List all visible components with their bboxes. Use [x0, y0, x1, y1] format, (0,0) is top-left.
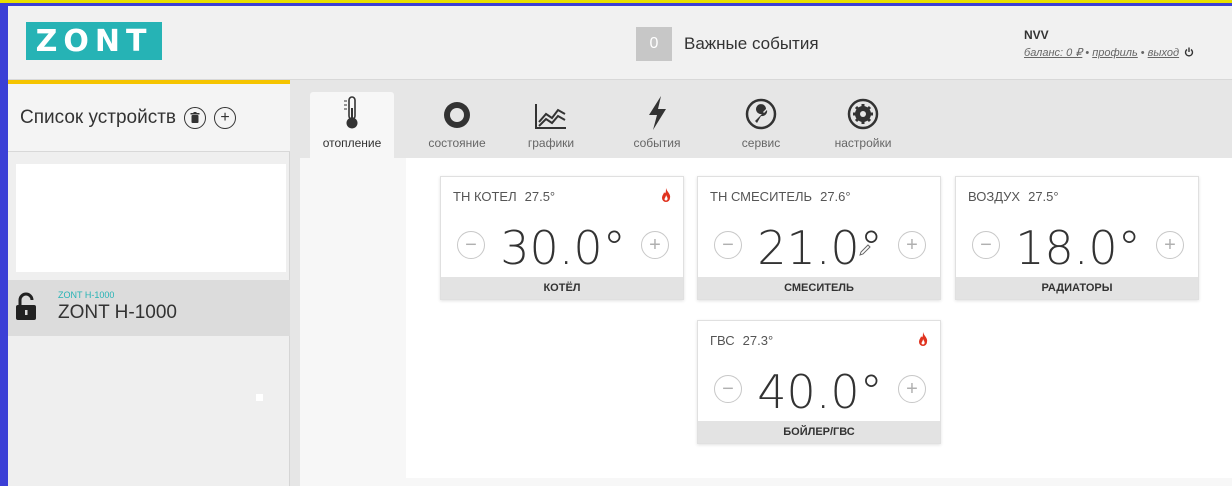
circuit-name[interactable]: КОТЁЛ: [441, 277, 683, 299]
circuit-card-boiler: ТН КОТЕЛ 27.5° − 30.0° + КОТЁЛ: [440, 176, 684, 300]
circuit-name[interactable]: РАДИАТОРЫ: [956, 277, 1198, 299]
circuit-card-mixer: ТН СМЕСИТЕЛЬ 27.6° − 21.0° + СМЕСИТЕЛЬ: [697, 176, 941, 300]
lightning-icon: [649, 96, 666, 130]
circle-icon: [444, 102, 470, 128]
scroll-marker: [256, 394, 263, 401]
window-border-left: [0, 3, 8, 486]
increase-setpoint-button[interactable]: +: [898, 375, 926, 403]
device-list-item[interactable]: ZONT H-1000 ZONT H-1000: [8, 280, 290, 336]
user-links: баланс: 0 ₽ • профиль • выход: [1024, 46, 1194, 59]
circuits-panel: ТН КОТЕЛ 27.5° − 30.0° + КОТЁЛ ТН СМЕСИТЕ…: [406, 158, 1232, 478]
tab-status[interactable]: состояние: [412, 92, 502, 158]
tab-settings[interactable]: настройки: [826, 92, 900, 158]
device-list-title: Список устройств: [20, 106, 177, 128]
increase-setpoint-button[interactable]: +: [1156, 231, 1184, 259]
sensor-reading: ГВС 27.3°: [710, 333, 773, 348]
sensor-temp: 27.5°: [1028, 189, 1059, 204]
events-count-badge[interactable]: 0: [636, 27, 672, 61]
increase-setpoint-button[interactable]: +: [898, 231, 926, 259]
link-separator: •: [1085, 47, 1090, 59]
power-icon[interactable]: [1184, 47, 1194, 57]
profile-link[interactable]: профиль: [1092, 47, 1138, 59]
flame-icon: [662, 188, 671, 202]
unlocked-lock-icon: [16, 292, 36, 320]
add-device-button[interactable]: +: [214, 106, 237, 129]
trash-icon: [190, 111, 200, 123]
tab-label: графики: [527, 136, 575, 150]
user-name: NVV: [1024, 28, 1049, 42]
tab-label: сервис: [741, 136, 781, 150]
wrench-icon: [745, 98, 777, 130]
logout-link[interactable]: выход: [1148, 47, 1179, 59]
pencil-icon[interactable]: [858, 243, 872, 257]
circuit-card-dhw: ГВС 27.3° − 40.0° + БОЙЛЕР/ГВС: [697, 320, 941, 444]
sensor-temp: 27.6°: [820, 189, 851, 204]
tab-label: события: [633, 136, 681, 150]
setpoint-value: 40.0°: [757, 365, 883, 419]
sensor-temp: 27.3°: [742, 333, 774, 348]
sensor-name: ГВС: [710, 333, 735, 348]
increase-setpoint-button[interactable]: +: [641, 231, 669, 259]
sensor-temp: 27.5°: [524, 189, 556, 204]
tab-heating[interactable]: отопление: [310, 92, 394, 158]
main-area: отопление состояние графики события серв…: [290, 80, 1232, 486]
device-model: ZONT H-1000: [58, 290, 115, 300]
sensor-name: ТН КОТЕЛ: [453, 189, 517, 204]
important-events-link[interactable]: Важные события: [684, 34, 819, 54]
tab-label: состояние: [428, 136, 486, 150]
decrease-setpoint-button[interactable]: −: [714, 375, 742, 403]
link-separator: •: [1140, 47, 1145, 59]
tab-charts[interactable]: графики: [516, 92, 586, 158]
circuit-card-radiators: ВОЗДУХ 27.5° − 18.0° + РАДИАТОРЫ: [955, 176, 1199, 300]
tab-label: отопление: [322, 136, 382, 150]
setpoint-value: 30.0°: [500, 221, 626, 275]
heating-content: ТН КОТЕЛ 27.5° − 30.0° + КОТЁЛ ТН СМЕСИТЕ…: [300, 158, 1232, 486]
sensor-reading: ТН КОТЕЛ 27.5°: [453, 189, 555, 204]
app-header: ZONT 0 Важные события NVV баланс: 0 ₽ • пр…: [8, 6, 1232, 80]
sidebar-header: Список устройств +: [8, 84, 290, 152]
thermometer-icon: [344, 96, 358, 129]
device-list-empty-area: [16, 164, 286, 272]
sensor-reading: ВОЗДУХ 27.5°: [968, 189, 1059, 204]
chart-icon: [535, 104, 566, 129]
device-sidebar: Список устройств + ZONT H-1000 ZONT H-10…: [8, 80, 290, 486]
device-name: ZONT H-1000: [58, 302, 177, 323]
zont-logo[interactable]: ZONT: [26, 22, 162, 60]
flame-icon: [919, 332, 928, 346]
tab-service[interactable]: сервис: [726, 92, 796, 158]
sensor-reading: ТН СМЕСИТЕЛЬ 27.6°: [710, 189, 851, 204]
tab-bar: отопление состояние графики события серв…: [290, 80, 1232, 158]
circuit-name[interactable]: БОЙЛЕР/ГВС: [698, 421, 940, 443]
circuit-name[interactable]: СМЕСИТЕЛЬ: [698, 277, 940, 299]
setpoint-value: 18.0°: [1015, 221, 1141, 275]
delete-device-button[interactable]: [184, 106, 207, 129]
decrease-setpoint-button[interactable]: −: [714, 231, 742, 259]
tab-events[interactable]: события: [622, 92, 692, 158]
sensor-name: ТН СМЕСИТЕЛЬ: [710, 189, 813, 204]
balance-link[interactable]: баланс: 0 ₽: [1024, 47, 1082, 59]
tab-label: настройки: [834, 136, 892, 150]
sensor-name: ВОЗДУХ: [968, 189, 1021, 204]
decrease-setpoint-button[interactable]: −: [972, 231, 1000, 259]
gear-icon: [847, 98, 879, 130]
decrease-setpoint-button[interactable]: −: [457, 231, 485, 259]
